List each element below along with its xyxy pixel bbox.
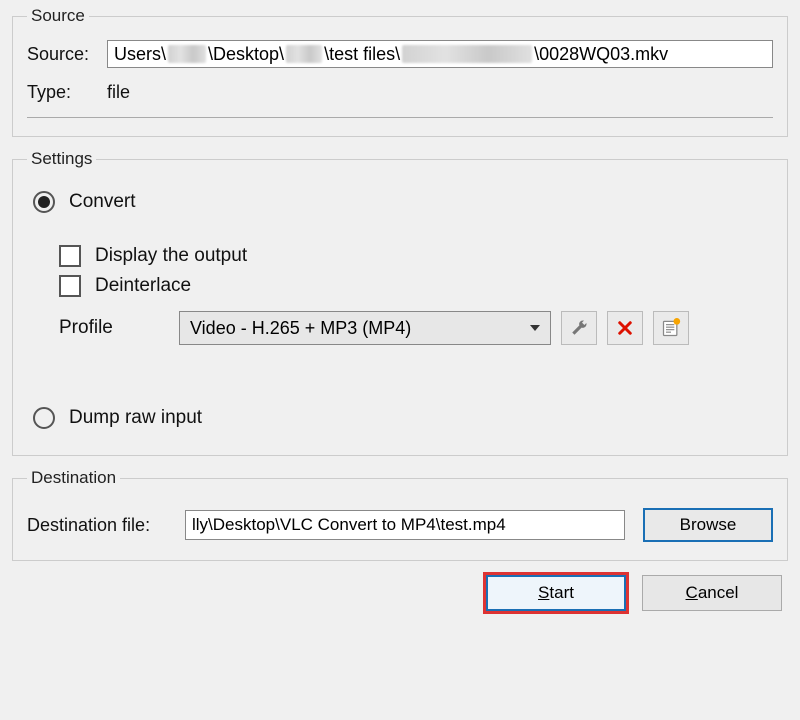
dump-raw-label: Dump raw input — [69, 407, 202, 429]
display-output-label: Display the output — [95, 245, 247, 267]
convert-radio[interactable] — [33, 191, 55, 213]
type-value: file — [107, 80, 130, 105]
profile-value: Video - H.265 + MP3 (MP4) — [190, 318, 411, 339]
deinterlace-row[interactable]: Deinterlace — [59, 275, 767, 297]
source-path: Users\ \Desktop\ \test files\ \0028WQ03.… — [107, 40, 773, 68]
destination-label: Destination file: — [27, 515, 185, 536]
convert-radio-row[interactable]: Convert — [33, 191, 767, 213]
type-row: Type: file — [27, 80, 773, 105]
delete-profile-button[interactable] — [607, 311, 643, 345]
destination-row: Destination file: Browse — [27, 508, 773, 542]
chevron-down-icon — [530, 325, 540, 331]
source-path-seg3: \test files\ — [324, 44, 400, 65]
start-button[interactable]: Start — [486, 575, 626, 611]
source-path-seg1: Users\ — [114, 44, 166, 65]
profile-label: Profile — [59, 317, 179, 339]
source-row: Source: Users\ \Desktop\ \test files\ \0… — [27, 40, 773, 68]
redacted-smudge — [286, 45, 322, 63]
cancel-label: Cancel — [686, 583, 739, 603]
edit-profile-button[interactable] — [561, 311, 597, 345]
source-path-seg4: \0028WQ03.mkv — [534, 44, 668, 65]
source-path-seg2: \Desktop\ — [208, 44, 284, 65]
x-icon — [616, 319, 634, 337]
deinterlace-label: Deinterlace — [95, 275, 191, 297]
dump-raw-row[interactable]: Dump raw input — [33, 407, 767, 429]
settings-group: Settings Convert Display the output Dein… — [12, 149, 788, 456]
new-profile-button[interactable] — [653, 311, 689, 345]
display-output-checkbox[interactable] — [59, 245, 81, 267]
dialog-buttons: Start Cancel — [0, 573, 800, 611]
profile-dropdown[interactable]: Video - H.265 + MP3 (MP4) — [179, 311, 551, 345]
source-legend: Source — [27, 6, 89, 26]
browse-label: Browse — [680, 515, 737, 535]
display-output-row[interactable]: Display the output — [59, 245, 767, 267]
new-profile-icon — [661, 318, 681, 338]
divider — [27, 117, 773, 118]
redacted-smudge — [402, 45, 532, 63]
destination-legend: Destination — [27, 468, 120, 488]
redacted-smudge — [168, 45, 206, 63]
type-label: Type: — [27, 82, 107, 103]
convert-label: Convert — [69, 191, 136, 213]
source-label: Source: — [27, 44, 107, 65]
destination-group: Destination Destination file: Browse — [12, 468, 788, 561]
deinterlace-checkbox[interactable] — [59, 275, 81, 297]
wrench-icon — [570, 319, 588, 337]
source-group: Source Source: Users\ \Desktop\ \test fi… — [12, 6, 788, 137]
start-label: Start — [538, 583, 574, 603]
profile-row: Profile Video - H.265 + MP3 (MP4) — [59, 311, 773, 345]
cancel-button[interactable]: Cancel — [642, 575, 782, 611]
settings-legend: Settings — [27, 149, 96, 169]
browse-button[interactable]: Browse — [643, 508, 773, 542]
destination-file-input[interactable] — [185, 510, 625, 540]
dump-raw-radio[interactable] — [33, 407, 55, 429]
